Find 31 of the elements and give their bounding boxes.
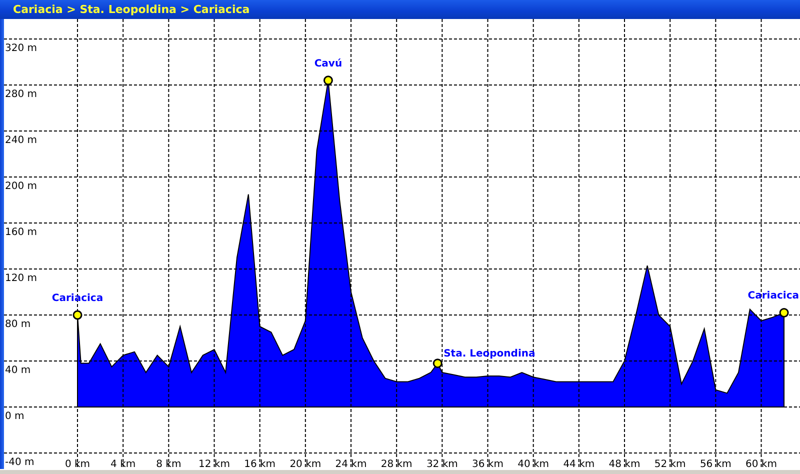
axis-label: 0 m — [5, 411, 24, 422]
axis-label: 24 km — [335, 459, 367, 469]
waypoint-label: Cavú — [314, 58, 342, 70]
axis-label: 48 km — [608, 459, 640, 469]
axis-label: 0 km — [64, 459, 90, 469]
axis-label: 40 m — [5, 365, 31, 376]
axis-label: -40 m — [5, 457, 34, 468]
axis-label: 28 km — [380, 459, 412, 469]
axis-label: 60 km — [746, 459, 777, 469]
axis-label: 120 m — [5, 273, 38, 284]
axis-label: 16 km — [244, 459, 276, 469]
axis-label: 40 km — [518, 459, 550, 469]
axis-label: 56 km — [700, 459, 732, 469]
axis-label: 80 m — [5, 319, 31, 330]
axis-label: 32 km — [426, 459, 458, 469]
axis-label: 240 m — [5, 135, 38, 146]
waypoint-label: Sta. Leopondina — [444, 348, 536, 360]
axis-label: 44 km — [563, 459, 595, 469]
axis-label: 320 m — [5, 43, 38, 54]
axis-label: 200 m — [5, 181, 38, 192]
route-title: Cariacia > Sta. Leopoldina > Cariacica — [13, 3, 250, 16]
axis-label: 36 km — [472, 459, 504, 469]
axis-label: 12 km — [198, 459, 230, 469]
axis-label: 52 km — [654, 459, 686, 469]
waypoint-label: Cariacica — [52, 293, 104, 304]
axis-label: 4 km — [110, 459, 136, 469]
axis-label: 20 km — [290, 459, 322, 469]
axis-label: 280 m — [5, 89, 38, 100]
axis-label: 8 km — [156, 459, 182, 469]
waypoint-label: Cariacica — [748, 290, 799, 302]
axis-label: 160 m — [5, 227, 38, 238]
